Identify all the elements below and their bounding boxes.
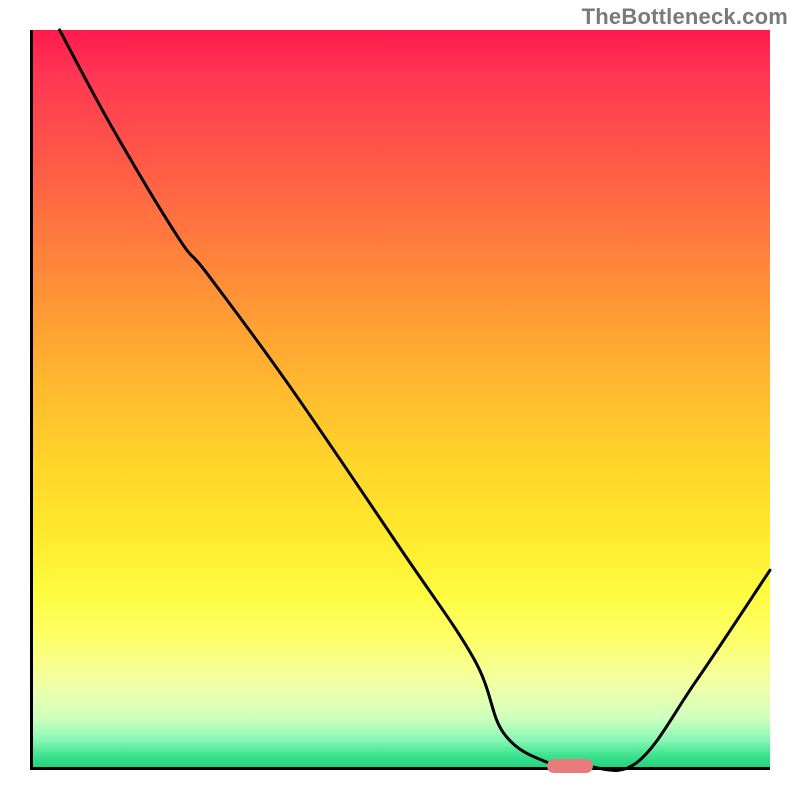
watermark-text: TheBottleneck.com (582, 4, 788, 30)
chart-container: TheBottleneck.com (0, 0, 800, 800)
bottleneck-curve (30, 30, 770, 770)
plot-area (30, 30, 770, 770)
curve-path (60, 30, 770, 771)
optimal-point-marker (547, 759, 593, 773)
